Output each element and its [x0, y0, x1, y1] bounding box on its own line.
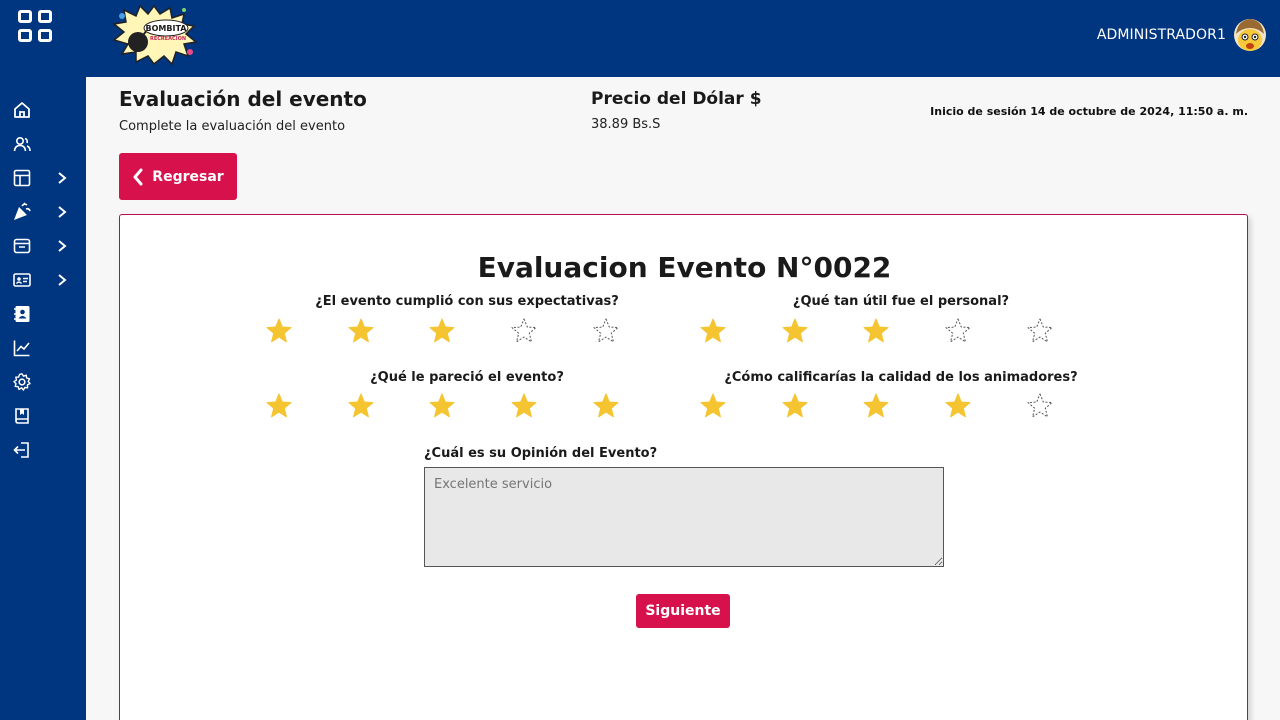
sidebar-item-settings[interactable]: [0, 367, 86, 397]
evaluation-title: Evaluacion Evento N°0022: [477, 251, 892, 284]
session-info: Inicio de sesión 14 de octubre de 2024, …: [930, 105, 1248, 118]
book-icon: [15, 408, 29, 424]
gear-icon: [13, 373, 31, 391]
star-filled-icon[interactable]: [428, 392, 456, 420]
page-subtitle: Complete la evaluación del evento: [119, 119, 346, 134]
bombita-logo[interactable]: BOMBITA RECREACION: [108, 2, 200, 66]
opinion-textarea[interactable]: [424, 467, 944, 567]
chevron-left-icon: [133, 168, 143, 185]
sidebar-item-logout[interactable]: [0, 435, 86, 465]
dollar-price-value: 38.89 Bs.S: [591, 117, 661, 132]
star-filled-icon[interactable]: [862, 392, 890, 420]
star-filled-icon[interactable]: [510, 392, 538, 420]
chevron-right-icon: [58, 172, 67, 184]
party-icon: [14, 202, 31, 220]
user-name: ADMINISTRADOR1: [1096, 27, 1226, 43]
opinion-label: ¿Cuál es su Opinión del Evento?: [424, 446, 658, 461]
star-empty-icon[interactable]: [592, 317, 620, 345]
svg-text:BOMBITA: BOMBITA: [146, 24, 188, 33]
home-icon: [14, 102, 30, 118]
star-filled-icon[interactable]: [265, 392, 293, 420]
sidebar-item-inbox[interactable]: [0, 231, 86, 261]
star-filled-icon[interactable]: [428, 317, 456, 345]
sidebar-item-contacts[interactable]: [0, 299, 86, 329]
apps-grid-icon[interactable]: [18, 10, 54, 44]
next-button[interactable]: Siguiente: [636, 594, 730, 628]
dollar-price-title: Precio del Dólar $: [591, 89, 762, 109]
avatar[interactable]: [1232, 16, 1268, 54]
star-empty-icon[interactable]: [944, 317, 972, 345]
star-filled-icon[interactable]: [699, 392, 727, 420]
star-empty-icon[interactable]: [1026, 392, 1054, 420]
star-filled-icon[interactable]: [781, 317, 809, 345]
sidebar-item-users[interactable]: [0, 129, 86, 159]
sidebar-item-party[interactable]: [0, 197, 86, 227]
evaluation-card: Evaluacion Evento N°0022 ¿El evento cump…: [119, 214, 1248, 720]
svg-text:RECREACION: RECREACION: [150, 36, 186, 42]
contact-book-icon: [14, 306, 30, 322]
question-label: ¿Qué le pareció el evento?: [370, 370, 564, 385]
chevron-right-icon: [58, 240, 67, 252]
star-filled-icon[interactable]: [347, 392, 375, 420]
chevron-right-icon: [58, 274, 67, 286]
id-card-icon: [13, 273, 31, 287]
page-title: Evaluación del evento: [119, 87, 367, 111]
back-button-label: Regresar: [152, 168, 224, 185]
star-empty-icon[interactable]: [1026, 317, 1054, 345]
star-filled-icon[interactable]: [699, 317, 727, 345]
question-label: ¿Cómo calificarías la calidad de los ani…: [724, 370, 1078, 385]
layout-icon: [13, 169, 31, 187]
inbox-icon: [13, 238, 31, 254]
star-rating[interactable]: [265, 317, 625, 347]
chart-line-icon: [13, 340, 30, 357]
back-button[interactable]: Regresar: [119, 153, 237, 200]
logout-icon: [13, 442, 29, 458]
star-filled-icon[interactable]: [781, 392, 809, 420]
star-filled-icon[interactable]: [862, 317, 890, 345]
star-empty-icon[interactable]: [510, 317, 538, 345]
star-filled-icon[interactable]: [265, 317, 293, 345]
sidebar-item-reports[interactable]: [0, 333, 86, 363]
sidebar: [0, 77, 86, 720]
sidebar-item-layout[interactable]: [0, 163, 86, 193]
star-filled-icon[interactable]: [944, 392, 972, 420]
star-filled-icon[interactable]: [347, 317, 375, 345]
top-bar: BOMBITA RECREACION ADMINISTRADOR1: [0, 0, 1280, 77]
user-menu[interactable]: ADMINISTRADOR1: [1097, 16, 1268, 54]
question-label: ¿Qué tan útil fue el personal?: [792, 294, 1010, 309]
star-rating[interactable]: [265, 392, 625, 422]
sidebar-item-id-card[interactable]: [0, 265, 86, 295]
sidebar-item-home[interactable]: [0, 95, 86, 125]
chevron-right-icon: [58, 206, 67, 218]
sidebar-item-manual[interactable]: [0, 401, 86, 431]
star-rating[interactable]: [699, 392, 1059, 422]
question-label: ¿El evento cumplió con sus expectativas?: [315, 294, 619, 309]
users-icon: [13, 136, 31, 152]
star-rating[interactable]: [699, 317, 1059, 347]
star-filled-icon[interactable]: [592, 392, 620, 420]
